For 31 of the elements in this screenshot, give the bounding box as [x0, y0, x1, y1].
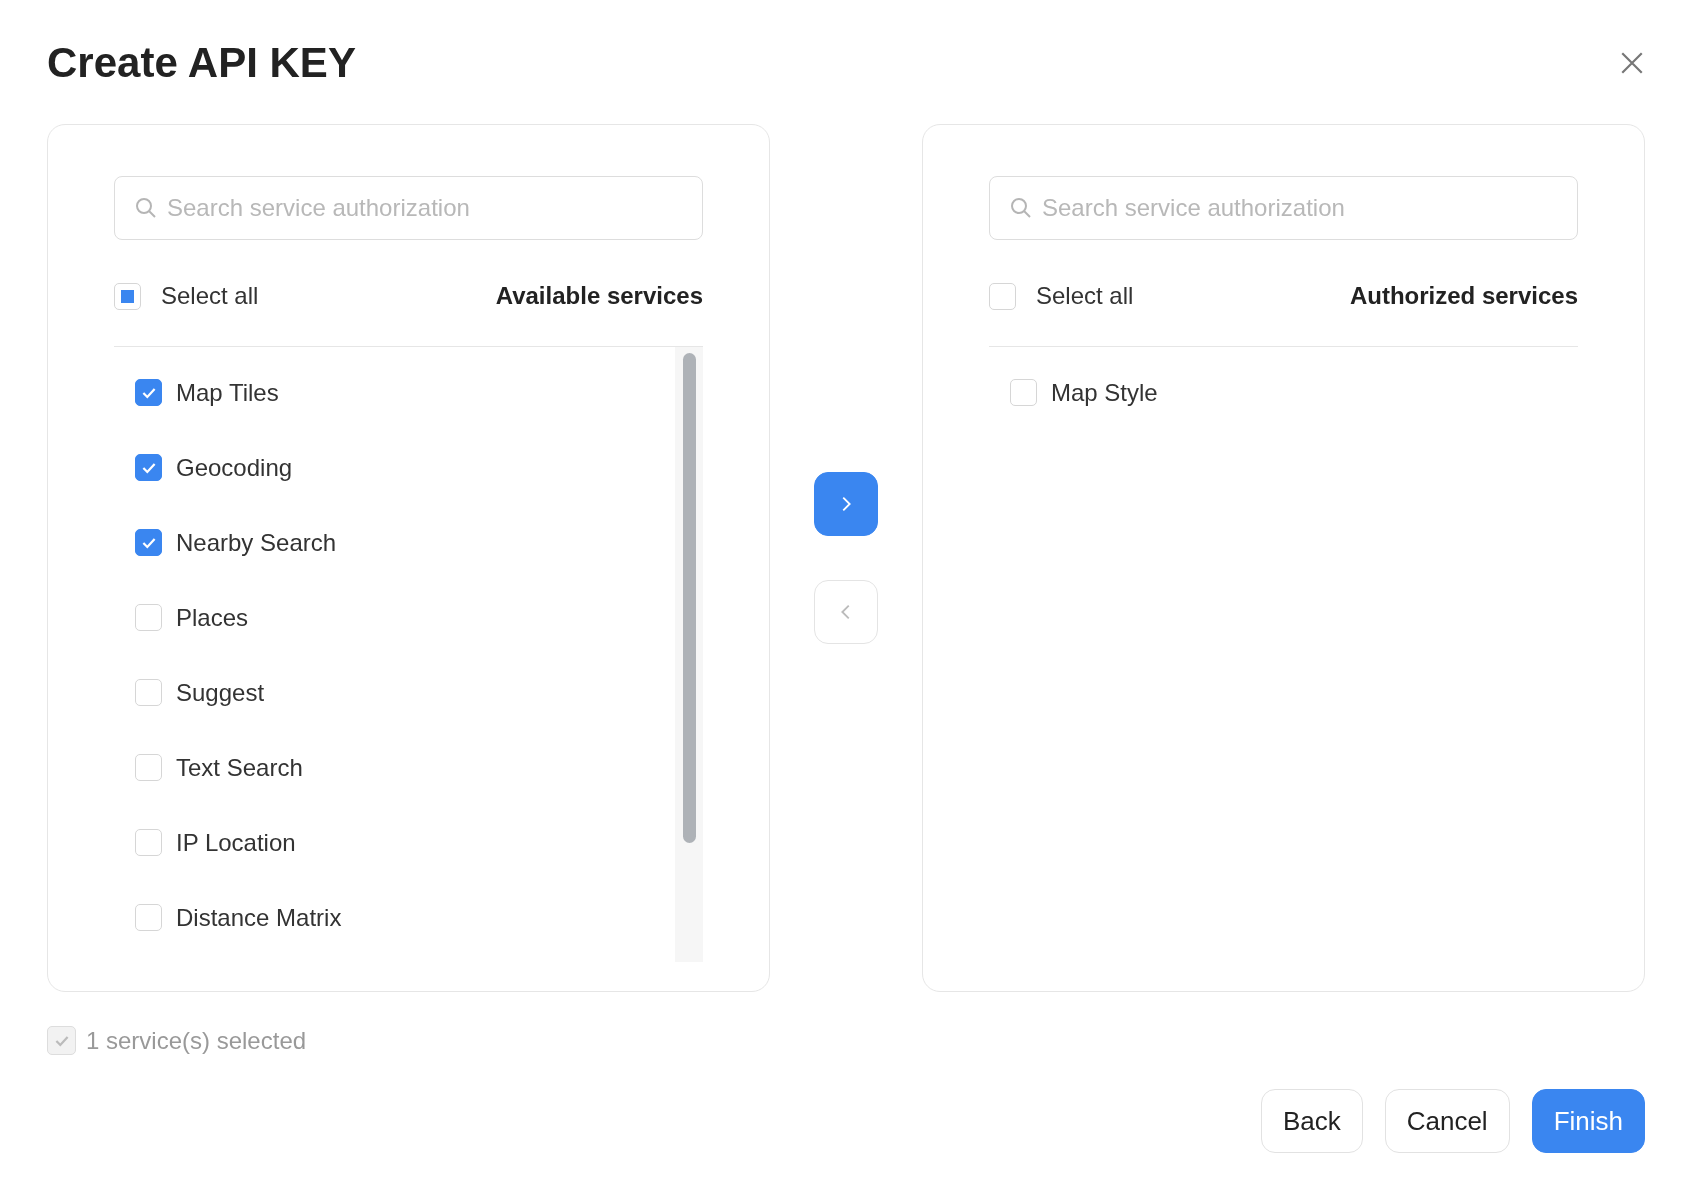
dialog-button[interactable]: Finish [1531, 1089, 1645, 1153]
dialog-button[interactable]: Back [1260, 1089, 1363, 1153]
search-field[interactable]: Search service authorization [989, 176, 1578, 240]
search-field[interactable]: Search service authorization [114, 176, 703, 240]
select-all-label: Select all [161, 282, 259, 310]
scrollbar[interactable] [675, 347, 703, 962]
panel-heading: Available services [495, 282, 703, 310]
select-all-label: Select all [1036, 282, 1134, 310]
service-label: Map Style [1051, 378, 1158, 407]
service-label: Suggest [176, 678, 265, 707]
dialog-button[interactable]: Cancel [1384, 1089, 1510, 1153]
panel-heading: Authorized services [1349, 282, 1578, 310]
service-checkbox[interactable] [135, 454, 162, 481]
service-label: Places [176, 603, 249, 632]
move-left-button[interactable] [814, 580, 878, 644]
service-label: Text Search [176, 753, 303, 782]
selection-summary: 1 service(s) selected [86, 1026, 307, 1055]
search-icon [134, 196, 158, 220]
service-label: Distance Matrix [176, 903, 342, 932]
service-checkbox[interactable] [135, 529, 162, 556]
service-label: Map Tiles [176, 378, 279, 407]
service-label: IP Location [176, 828, 296, 857]
select-all-checkbox[interactable] [989, 282, 1016, 310]
dialog-title: Create API KEY [47, 39, 356, 87]
select-all-checkbox[interactable] [114, 282, 141, 310]
search-icon [1009, 196, 1033, 220]
service-label: Nearby Search [176, 528, 337, 557]
close-icon[interactable] [1619, 50, 1645, 76]
service-checkbox[interactable] [135, 379, 162, 406]
service-label: Geocoding [176, 453, 293, 482]
move-right-button[interactable] [814, 472, 878, 536]
